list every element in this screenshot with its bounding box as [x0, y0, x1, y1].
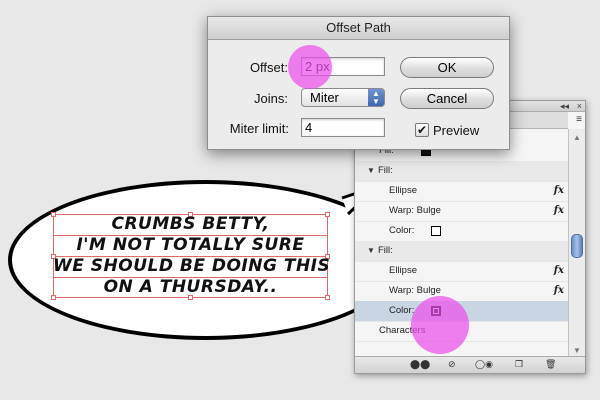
row-label: Fill: [378, 165, 393, 176]
row-label: Color: [389, 225, 415, 236]
row-label: Warp: Bulge [389, 205, 441, 216]
close-icon[interactable]: × [577, 101, 582, 111]
appearance-row-effect[interactable]: Ellipse fx [355, 261, 568, 282]
fx-icon[interactable]: fx [554, 261, 564, 281]
ok-button[interactable]: OK [400, 57, 494, 78]
miter-limit-input[interactable] [301, 118, 385, 137]
appearance-row-fill-group[interactable]: ▼ Fill: [355, 241, 568, 262]
fx-icon[interactable]: fx [554, 281, 564, 301]
panel-menu-icon[interactable]: ≡ [576, 114, 582, 125]
row-label: Ellipse [389, 185, 417, 196]
panel-scrollbar[interactable]: ▲ ▼ [568, 129, 585, 359]
preview-checkbox[interactable]: ✔ [415, 123, 429, 137]
scroll-down-icon[interactable]: ▼ [573, 346, 581, 355]
appearance-row-effect[interactable]: Warp: Bulge fx [355, 281, 568, 302]
appearance-row-effect[interactable]: Ellipse fx [355, 181, 568, 202]
collapse-arrows-icon[interactable]: ◂◂ [560, 101, 569, 111]
reduce-appearance-icon[interactable]: ◯◉ [475, 359, 493, 370]
panel-bottom-toolbar: ⬤⬤ ⊘ ◯◉ ❐ 🗑 [355, 356, 585, 373]
select-arrows-icon: ▲ ▼ [368, 89, 384, 106]
preview-label[interactable]: Preview [433, 123, 479, 138]
dialog-title[interactable]: Offset Path [208, 17, 509, 40]
scroll-thumb[interactable] [571, 234, 583, 258]
bubble-text-line: we should be doing this [53, 256, 331, 276]
fx-icon[interactable]: fx [554, 181, 564, 201]
trash-icon[interactable]: 🗑 [545, 359, 556, 370]
new-art-icon[interactable]: ⬤⬤ [410, 359, 430, 370]
appearance-row-color[interactable]: Color: [355, 221, 568, 242]
color-swatch-white[interactable] [431, 226, 441, 236]
row-label: Color: [389, 305, 415, 316]
row-label: Fill: [378, 245, 393, 256]
disclosure-triangle-icon[interactable]: ▼ [367, 161, 375, 181]
bubble-text-line: Crumbs Betty, [111, 214, 270, 234]
fx-icon[interactable]: fx [554, 201, 564, 221]
disclosure-triangle-icon[interactable]: ▼ [367, 241, 375, 261]
row-label: Ellipse [389, 265, 417, 276]
joins-selected-value: Miter [310, 90, 339, 105]
miter-limit-label: Miter limit: [229, 121, 289, 136]
bubble-text-line: on a Thursday.. [103, 277, 278, 297]
bubble-text: Crumbs Betty, I'm not totally sure we sh… [53, 214, 331, 298]
joins-label: Joins: [254, 91, 288, 106]
clear-appearance-icon[interactable]: ⊘ [448, 359, 456, 370]
click-indicator [288, 45, 332, 89]
bubble-text-line: I'm not totally sure [76, 235, 305, 255]
appearance-row-fill-group[interactable]: ▼ Fill: [355, 161, 568, 182]
appearance-row-effect[interactable]: Warp: Bulge fx [355, 201, 568, 222]
scroll-up-icon[interactable]: ▲ [573, 133, 581, 142]
offset-label: Offset: [249, 60, 288, 75]
click-indicator [411, 296, 469, 354]
cancel-button[interactable]: Cancel [400, 88, 494, 109]
joins-select[interactable]: Miter ▲ ▼ [301, 88, 385, 107]
duplicate-item-icon[interactable]: ❐ [515, 359, 523, 370]
